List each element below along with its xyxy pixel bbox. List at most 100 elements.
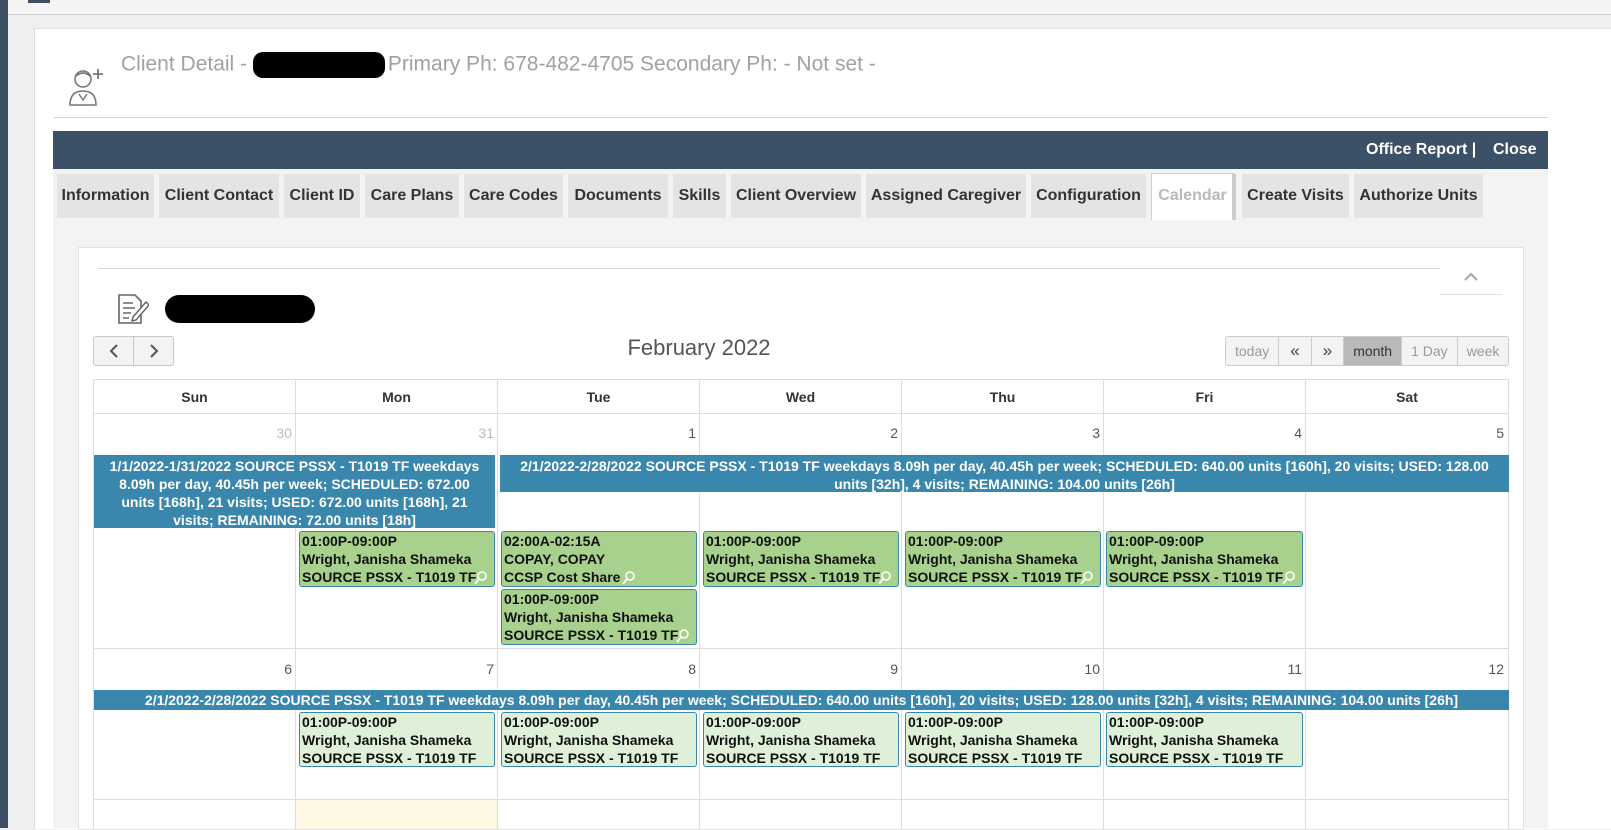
tab-information[interactable]: Information: [57, 174, 154, 218]
event-time: 01:00P-09:00P: [706, 533, 801, 549]
visit-event[interactable]: 01:00P-09:00P Wright, Janisha Shameka SO…: [501, 589, 697, 645]
authorization-band-feb[interactable]: 2/1/2022-2/28/2022 SOURCE PSSX - T1019 T…: [500, 455, 1509, 492]
event-time: 01:00P-09:00P: [1109, 714, 1204, 730]
today-cell: [296, 800, 497, 829]
tab-client-overview[interactable]: Client Overview: [731, 174, 861, 218]
visit-event[interactable]: 01:00P-09:00P Wright, Janisha Shameka SO…: [703, 712, 899, 767]
visit-event[interactable]: 01:00P-09:00P Wright, Janisha Shameka SO…: [501, 712, 697, 767]
visit-event[interactable]: 01:00P-09:00P Wright, Janisha Shameka SO…: [1106, 712, 1303, 767]
event-code: SOURCE PSSX - T1019 TF: [908, 750, 1083, 766]
title-prefix: Client Detail -: [121, 52, 253, 76]
prev-year-button[interactable]: «: [1279, 337, 1312, 365]
grid-line: [497, 414, 498, 829]
event-time: 01:00P-09:00P: [908, 533, 1003, 549]
event-caregiver: Wright, Janisha Shameka: [504, 732, 674, 748]
tab-create-visits[interactable]: Create Visits: [1242, 174, 1349, 218]
tab-assigned-caregiver[interactable]: Assigned Caregiver: [866, 174, 1026, 218]
event-caregiver: Wright, Janisha Shameka: [706, 551, 876, 567]
day-view-button[interactable]: 1 Day: [1402, 337, 1458, 365]
authorization-band-feb-week2[interactable]: 2/1/2022-2/28/2022 SOURCE PSSX - T1019 T…: [94, 690, 1509, 710]
calendar-title: February 2022: [627, 335, 771, 360]
collapse-chevron-icon[interactable]: [1440, 264, 1502, 295]
visit-event[interactable]: 01:00P-09:00P Wright, Janisha Shameka SO…: [299, 712, 495, 767]
event-time: 01:00P-09:00P: [504, 714, 599, 730]
tab-calendar[interactable]: Calendar: [1151, 173, 1236, 220]
tab-bar: Information Client Contact Client ID Car…: [53, 169, 1548, 236]
magnifier-icon[interactable]: [474, 571, 487, 585]
event-caregiver: Wright, Janisha Shameka: [302, 732, 472, 748]
dayhead-sun: Sun: [94, 380, 296, 414]
redacted-client-name: [252, 52, 385, 78]
dayhead-tue: Tue: [498, 380, 700, 414]
event-code: SOURCE PSSX - T1019 TF: [504, 627, 679, 643]
event-caregiver: Wright, Janisha Shameka: [908, 732, 1078, 748]
magnifier-icon[interactable]: [676, 629, 689, 643]
magnifier-icon[interactable]: [1282, 571, 1295, 585]
tab-skills[interactable]: Skills: [673, 174, 726, 218]
document-edit-icon: [118, 294, 149, 324]
day-number: 11: [1287, 661, 1302, 677]
event-caregiver: Wright, Janisha Shameka: [1109, 551, 1279, 567]
event-caregiver: Wright, Janisha Shameka: [1109, 732, 1279, 748]
day-number: 7: [486, 661, 494, 677]
visit-event[interactable]: 01:00P-09:00P Wright, Janisha Shameka SO…: [1106, 531, 1303, 587]
day-number: 10: [1084, 661, 1100, 677]
today-button[interactable]: today: [1226, 337, 1280, 365]
day-number: 3: [1092, 425, 1100, 441]
grid-line: [94, 799, 1509, 800]
visit-event[interactable]: 01:00P-09:00P Wright, Janisha Shameka SO…: [703, 531, 899, 587]
event-caregiver: Wright, Janisha Shameka: [908, 551, 1078, 567]
client-header: Client Detail - Primary Ph: 678-482-4705…: [34, 39, 1534, 106]
day-number: 6: [284, 661, 292, 677]
tab-configuration[interactable]: Configuration: [1031, 174, 1146, 218]
event-code: SOURCE PSSX - T1019 TF: [1109, 750, 1284, 766]
dayhead-fri: Fri: [1104, 380, 1306, 414]
event-code: SOURCE PSSX - T1019 TF: [504, 750, 679, 766]
office-report-link[interactable]: Office Report |: [1366, 141, 1476, 159]
tab-documents[interactable]: Documents: [568, 174, 668, 218]
event-time: 01:00P-09:00P: [908, 714, 1003, 730]
dayhead-wed: Wed: [700, 380, 902, 414]
tab-care-codes[interactable]: Care Codes: [464, 174, 563, 218]
day-number: 5: [1496, 425, 1504, 441]
day-number: 31: [478, 425, 494, 441]
dayhead-sat: Sat: [1306, 380, 1509, 414]
day-number: 2: [890, 425, 898, 441]
menu-icon[interactable]: [28, 0, 50, 3]
redacted-client-label: [165, 295, 315, 323]
view-switcher: today « » month 1 Day week: [1225, 336, 1510, 366]
copay-event[interactable]: 02:00A-02:15A COPAY, COPAY CCSP Cost Sha…: [501, 531, 697, 587]
authorization-band-jan[interactable]: 1/1/2022-1/31/2022 SOURCE PSSX - T1019 T…: [94, 455, 495, 528]
action-bar: Office Report | Close: [53, 131, 1548, 169]
event-code: SOURCE PSSX - T1019 TF: [706, 569, 881, 585]
visit-event[interactable]: 01:00P-09:00P Wright, Janisha Shameka SO…: [905, 712, 1101, 767]
title-phones: Primary Ph: 678-482-4705 Secondary Ph: -…: [387, 52, 876, 76]
event-time: 01:00P-09:00P: [302, 714, 397, 730]
event-caregiver: Wright, Janisha Shameka: [706, 732, 876, 748]
event-code: SOURCE PSSX - T1019 TF: [302, 569, 477, 585]
next-year-button[interactable]: »: [1312, 337, 1345, 365]
magnifier-icon[interactable]: [622, 571, 635, 585]
event-caregiver: Wright, Janisha Shameka: [302, 551, 472, 567]
grid-line: [94, 648, 1509, 649]
tab-care-plans[interactable]: Care Plans: [365, 174, 459, 218]
magnifier-icon[interactable]: [878, 571, 891, 585]
tab-authorize-units[interactable]: Authorize Units: [1354, 174, 1483, 218]
tab-client-contact[interactable]: Client Contact: [159, 174, 279, 218]
day-number: 8: [688, 661, 696, 677]
day-number: 9: [890, 661, 898, 677]
visit-event[interactable]: 01:00P-09:00P Wright, Janisha Shameka SO…: [905, 531, 1101, 587]
left-sidebar-strip: [0, 0, 8, 828]
event-code: SOURCE PSSX - T1019 TF: [908, 569, 1083, 585]
event-time: 01:00P-09:00P: [504, 591, 599, 607]
tab-client-id[interactable]: Client ID: [284, 174, 360, 218]
day-number: 30: [276, 425, 292, 441]
magnifier-icon[interactable]: [1080, 571, 1093, 585]
week-view-button[interactable]: week: [1458, 337, 1509, 365]
page-title: Client Detail - Primary Ph: 678-482-4705…: [121, 52, 876, 78]
close-link[interactable]: Close: [1493, 141, 1537, 159]
event-time: 01:00P-09:00P: [302, 533, 397, 549]
visit-event[interactable]: 01:00P-09:00P Wright, Janisha Shameka SO…: [299, 531, 495, 587]
month-view-button[interactable]: month: [1344, 337, 1403, 365]
top-bar: [8, 0, 1611, 15]
